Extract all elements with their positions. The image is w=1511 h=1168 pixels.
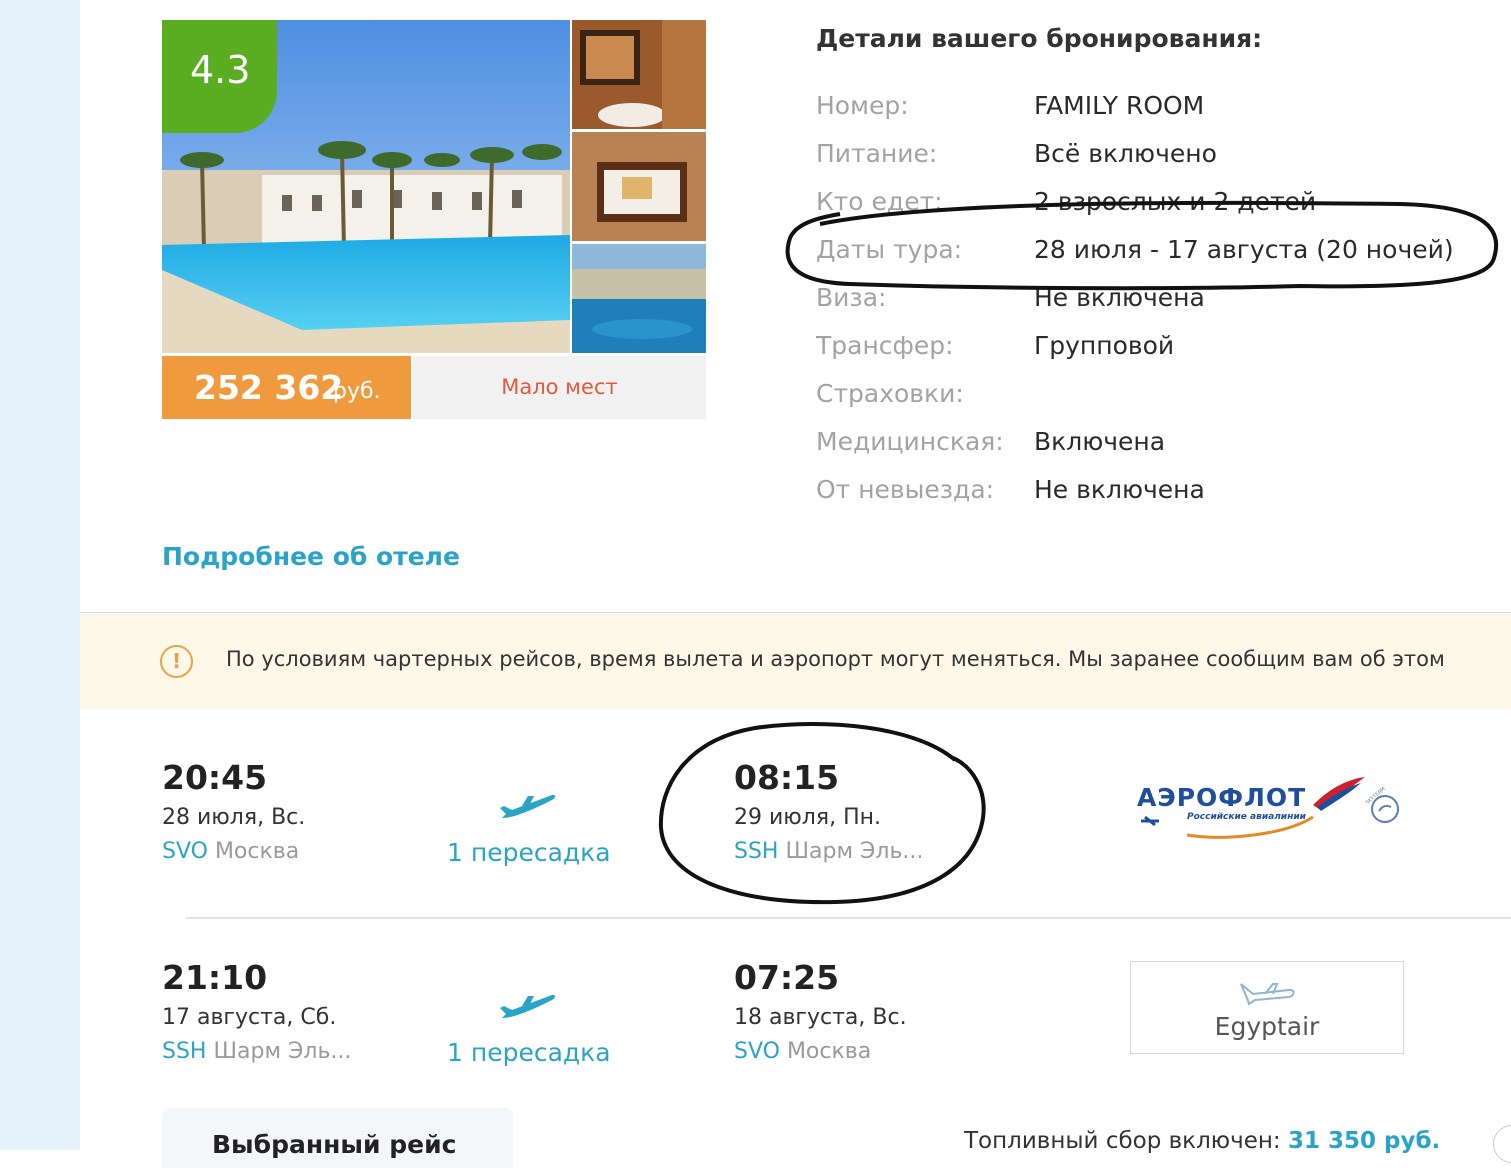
- rating-value: 4.3: [190, 48, 251, 92]
- flight1-departure-city: Москва: [214, 839, 300, 864]
- detail-label-room: Номер:: [816, 91, 909, 120]
- detail-value-transfer: Групповой: [1034, 331, 1175, 360]
- detail-value-cancellation: Не включена: [1034, 475, 1205, 504]
- detail-value-medical: Включена: [1034, 427, 1166, 456]
- hotel-thumb-bed[interactable]: [572, 132, 706, 241]
- info-round-button[interactable]: [1493, 1125, 1511, 1163]
- flight2-departure-city: Шарм Эль...: [213, 1039, 352, 1064]
- hotel-rating-badge: 4.3: [162, 20, 277, 133]
- aeroflot-logo: АЭРОФЛОТ Российские авиалинии SKYTEAM: [1135, 775, 1405, 845]
- flight1-departure-airport: SVO Москва: [162, 839, 299, 864]
- hotel-thumb-pool[interactable]: [572, 244, 706, 353]
- charter-notice: ! По условиям чартерных рейсов, время вы…: [80, 614, 1511, 709]
- fuel-amount: 31 350 руб.: [1287, 1128, 1441, 1154]
- flight2-departure-time: 21:10: [162, 958, 268, 997]
- egyptair-name: Egyptair: [1214, 1012, 1320, 1041]
- flight1-transfer-link[interactable]: 1 пересадка: [447, 838, 611, 867]
- price-box[interactable]: 252 362 руб.: [162, 356, 411, 419]
- flight1-departure-date: 28 июля, Вс.: [162, 805, 306, 830]
- detail-label-cancellation: От невыезда:: [816, 475, 995, 504]
- selected-flight-tab-label: Выбранный рейс: [212, 1130, 457, 1159]
- selected-flight-tab[interactable]: Выбранный рейс: [162, 1108, 513, 1168]
- section-divider: [80, 612, 1511, 613]
- hand-drawn-circle-arrival: [658, 721, 986, 905]
- flight2-arrival-city: Москва: [786, 1039, 872, 1064]
- price-currency: руб.: [333, 379, 381, 404]
- availability-box: Мало мест: [413, 356, 706, 419]
- left-background-strip: [0, 0, 80, 1150]
- hotel-details-link[interactable]: Подробнее об отеле: [162, 542, 460, 571]
- detail-label-meals: Питание:: [816, 139, 938, 168]
- plane-icon: [500, 794, 555, 818]
- detail-label-transfer: Трансфер:: [816, 331, 954, 360]
- egyptair-logo-box: Egyptair: [1130, 961, 1404, 1054]
- plane-icon: [500, 994, 555, 1018]
- detail-label-insurance: Страховки:: [816, 379, 964, 408]
- flight-row-divider: [186, 917, 1511, 919]
- details-title: Детали вашего бронирования:: [816, 24, 1263, 53]
- flight2-departure-airport: SSH Шарм Эль...: [162, 1039, 351, 1064]
- flight2-departure-date: 17 августа, Сб.: [162, 1005, 337, 1030]
- flight2-arrival-date: 18 августа, Вс.: [734, 1005, 907, 1030]
- price-value: 252 362: [194, 368, 344, 407]
- flight2-arrival-time: 07:25: [734, 958, 840, 997]
- detail-value-meals: Всё включено: [1034, 139, 1217, 168]
- warning-circle-icon: !: [160, 645, 193, 678]
- aeroflot-logo-subtitle: Российские авиалинии: [1187, 812, 1306, 822]
- fuel-label: Топливный сбор включен:: [964, 1128, 1281, 1154]
- detail-label-medical: Медицинская:: [816, 427, 1004, 456]
- flight2-arrival-airport: SVO Москва: [734, 1039, 871, 1064]
- fuel-surcharge: Топливный сбор включен: 31 350 руб.: [964, 1128, 1440, 1154]
- hotel-thumb-bathroom[interactable]: [572, 20, 706, 129]
- flight1-departure-code: SVO: [162, 839, 208, 864]
- flight2-arrival-code: SVO: [734, 1039, 780, 1064]
- notice-text: По условиям чартерных рейсов, время выле…: [226, 647, 1445, 671]
- availability-label: Мало мест: [501, 375, 618, 399]
- flight1-departure-time: 20:45: [162, 758, 268, 797]
- aeroflot-logo-text: АЭРОФЛОТ: [1137, 783, 1307, 812]
- flight2-departure-code: SSH: [162, 1039, 207, 1064]
- flight2-transfer-link[interactable]: 1 пересадка: [447, 1038, 611, 1067]
- airline-plane-icon: [1240, 983, 1295, 1006]
- hand-drawn-circle-dates: [785, 200, 1499, 291]
- detail-value-room: FAMILY ROOM: [1034, 91, 1205, 120]
